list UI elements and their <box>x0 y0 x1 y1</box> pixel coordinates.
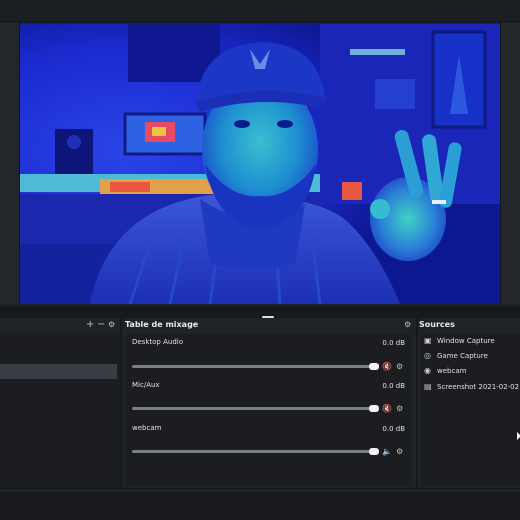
source-item[interactable]: ▤ Screenshot 2021-02-02 10 <box>424 382 520 396</box>
scenes-list[interactable] <box>0 335 120 488</box>
top-toolbar <box>0 0 520 22</box>
volume-slider-knob[interactable] <box>369 363 379 370</box>
controls-dock <box>0 490 520 520</box>
speaker-icon[interactable]: 🔈 <box>382 447 392 456</box>
source-item[interactable]: ◉ webcam <box>424 366 520 380</box>
add-scene-icon[interactable]: + <box>86 316 94 334</box>
source-item[interactable]: ◎ Game Capture <box>424 351 520 365</box>
mixer-title: Table de mixage <box>125 320 199 329</box>
webcam-preview-image <box>20 24 500 304</box>
channel-settings-icon[interactable]: ⚙ <box>396 404 403 413</box>
mixer-channel-name: webcam <box>132 424 162 432</box>
scene-list-item-selected[interactable] <box>0 364 117 379</box>
volume-slider-track[interactable] <box>132 407 378 410</box>
channel-settings-icon[interactable]: ⚙ <box>396 447 403 456</box>
mixer-channel-db: 0.0 dB <box>382 382 405 390</box>
volume-slider-track[interactable] <box>132 365 378 368</box>
image-icon: ▤ <box>424 382 432 391</box>
source-label: Game Capture <box>437 352 488 360</box>
source-label: Screenshot 2021-02-02 10 <box>437 383 520 391</box>
source-item[interactable]: ▣ Window Capture <box>424 336 520 350</box>
webcam-preview[interactable] <box>20 24 500 304</box>
source-label: Window Capture <box>437 337 495 345</box>
volume-slider-track[interactable] <box>132 450 378 453</box>
window-capture-icon: ▣ <box>424 336 432 345</box>
mixer-settings-icon[interactable]: ⚙ <box>404 316 411 334</box>
mixer-channel-name: Mic/Aux <box>132 381 160 389</box>
preview-left-margin <box>0 22 20 304</box>
mixer-channel-name: Desktop Audio <box>132 338 183 346</box>
volume-slider-knob[interactable] <box>369 405 379 412</box>
mixer-channel-db: 0.0 dB <box>382 425 405 433</box>
source-label: webcam <box>437 367 467 375</box>
sources-title: Sources <box>419 320 455 329</box>
volume-slider-knob[interactable] <box>369 448 379 455</box>
preview-splitter[interactable] <box>0 306 520 316</box>
webcam-icon: ◉ <box>424 366 431 375</box>
mixer-channel-db: 0.0 dB <box>382 339 405 347</box>
gamepad-icon: ◎ <box>424 351 431 360</box>
mute-icon[interactable]: 🔇 <box>382 362 392 371</box>
scenes-settings-icon[interactable]: ⚙ <box>108 316 115 334</box>
preview-right-margin <box>500 22 520 304</box>
mute-icon[interactable]: 🔇 <box>382 404 392 413</box>
channel-settings-icon[interactable]: ⚙ <box>396 362 403 371</box>
remove-scene-icon[interactable]: − <box>97 316 105 334</box>
